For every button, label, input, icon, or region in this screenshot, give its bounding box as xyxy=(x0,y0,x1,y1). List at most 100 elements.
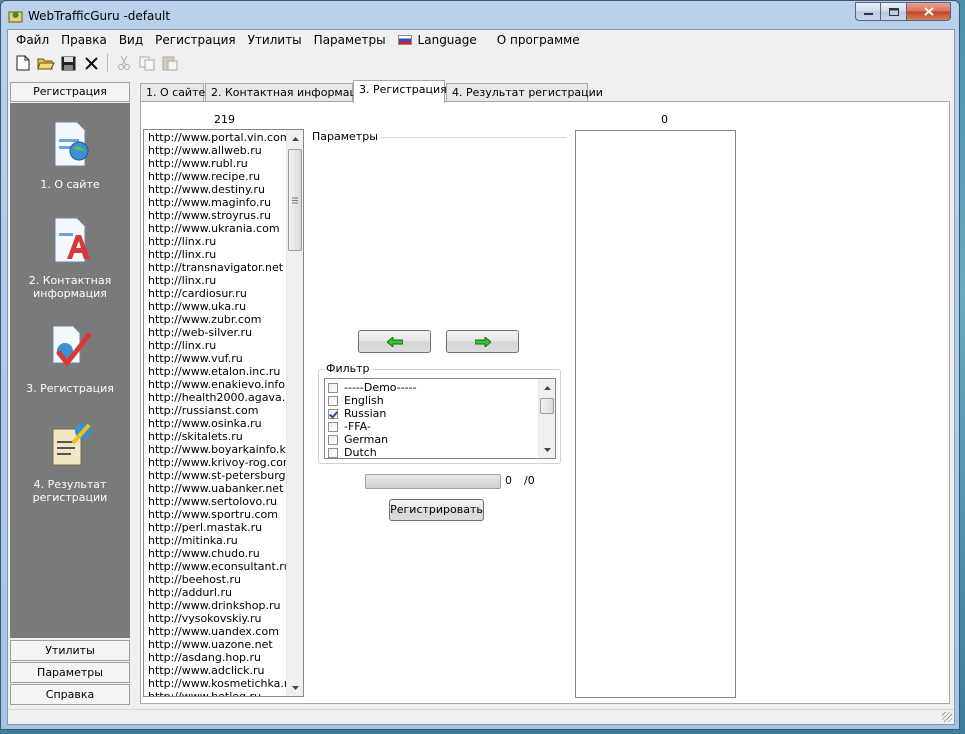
sidebar-item-site-info[interactable]: 1. О сайте xyxy=(10,119,130,191)
filter-item[interactable]: -----Demo----- xyxy=(325,381,538,394)
menu-language[interactable]: Language xyxy=(392,30,483,50)
paste-button[interactable] xyxy=(158,52,181,74)
resize-grip[interactable] xyxy=(942,712,952,722)
list-item[interactable]: http://www.enakievo.info xyxy=(148,378,290,391)
title-bar[interactable]: WebTrafficGuru -default xyxy=(1,1,959,29)
list-item[interactable]: http://linx.ru xyxy=(148,274,290,287)
filter-checkbox[interactable] xyxy=(328,447,338,458)
sidebar-item-registration-result[interactable]: 4. Результат регистрации xyxy=(10,419,130,504)
list-item[interactable]: http://www.adclick.ru xyxy=(148,664,290,677)
list-item[interactable]: http://vysokovskiy.ru xyxy=(148,612,290,625)
list-item[interactable]: http://www.uandex.com xyxy=(148,625,290,638)
list-item[interactable]: http://web-silver.ru xyxy=(148,326,290,339)
list-item[interactable]: http://www.destiny.ru xyxy=(148,183,290,196)
list-item[interactable]: http://www.etalon.inc.ru xyxy=(148,365,290,378)
maximize-button[interactable] xyxy=(881,2,907,21)
list-item[interactable]: http://transnavigator.net xyxy=(148,261,290,274)
tab-registration-result[interactable]: 4. Результат регистрации xyxy=(446,83,603,102)
move-right-button[interactable] xyxy=(446,330,519,353)
list-item[interactable]: http://www.osinka.ru xyxy=(148,417,290,430)
list-item[interactable]: http://www.drinkshop.ru xyxy=(148,599,290,612)
list-item[interactable]: http://skitalets.ru xyxy=(148,430,290,443)
close-button[interactable] xyxy=(907,2,951,21)
filter-scrollbar[interactable] xyxy=(538,379,555,458)
new-button[interactable] xyxy=(11,52,34,74)
tab-registration[interactable]: 3. Регистрация xyxy=(353,80,447,103)
menu-view[interactable]: Вид xyxy=(113,30,149,50)
filter-item[interactable]: English xyxy=(325,394,538,407)
site-url-list-scrollbar[interactable] xyxy=(286,130,303,696)
list-item[interactable]: http://www.st-petersburg.ru xyxy=(148,469,290,482)
filter-checkbox[interactable] xyxy=(328,395,338,406)
list-item[interactable]: http://linx.ru xyxy=(148,248,290,261)
filter-checkbox[interactable] xyxy=(328,382,338,393)
list-item[interactable]: http://www.sertolovo.ru xyxy=(148,495,290,508)
list-item[interactable]: http://www.chudo.ru xyxy=(148,547,290,560)
list-item[interactable]: http://mitinka.ru xyxy=(148,534,290,547)
list-item[interactable]: http://www.uabanker.net xyxy=(148,482,290,495)
sidebar-parameters-button[interactable]: Параметры xyxy=(10,662,130,683)
sidebar-utilities-button[interactable]: Утилиты xyxy=(10,640,130,661)
menu-edit[interactable]: Правка xyxy=(55,30,113,50)
list-item[interactable]: http://www.portal.vin.com.ua xyxy=(148,131,290,144)
filter-scroll-down-button[interactable] xyxy=(539,441,555,458)
open-button[interactable] xyxy=(34,52,57,74)
list-item[interactable]: http://www.allweb.ru xyxy=(148,144,290,157)
list-item[interactable]: http://beehost.ru xyxy=(148,573,290,586)
filter-item[interactable]: Russian xyxy=(325,407,538,420)
sidebar-header[interactable]: Регистрация xyxy=(10,82,130,102)
scroll-thumb[interactable] xyxy=(288,149,302,251)
list-item[interactable]: http://www.zubr.com xyxy=(148,313,290,326)
list-item[interactable]: http://www.recipe.ru xyxy=(148,170,290,183)
menu-utilities[interactable]: Утилиты xyxy=(242,30,308,50)
filter-checkbox[interactable] xyxy=(328,434,338,445)
sidebar-help-button[interactable]: Справка xyxy=(10,684,130,705)
cut-button[interactable] xyxy=(112,52,135,74)
list-item[interactable]: http://www.kosmetichka.ru xyxy=(148,677,290,690)
list-item[interactable]: http://www.ukrania.com xyxy=(148,222,290,235)
filter-scroll-up-button[interactable] xyxy=(539,379,555,396)
menu-parameters[interactable]: Параметры xyxy=(308,30,392,50)
list-item[interactable]: http://www.boyarkainfo.kiev. xyxy=(148,443,290,456)
list-item[interactable]: http://www.stroyrus.ru xyxy=(148,209,290,222)
list-item[interactable]: http://www.econsultant.ru xyxy=(148,560,290,573)
filter-item[interactable]: German xyxy=(325,433,538,446)
list-item[interactable]: http://cardiosur.ru xyxy=(148,287,290,300)
list-item[interactable]: http://addurl.ru xyxy=(148,586,290,599)
filter-item[interactable]: Dutch xyxy=(325,446,538,458)
sidebar-item-contact-info[interactable]: 2. Контактная информация xyxy=(10,215,130,300)
menu-about[interactable]: О программе xyxy=(491,30,586,50)
filter-checkbox[interactable] xyxy=(328,421,338,432)
filter-item[interactable]: -FFA- xyxy=(325,420,538,433)
list-item[interactable]: http://asdang.hop.ru xyxy=(148,651,290,664)
save-button[interactable] xyxy=(57,52,80,74)
filter-scroll-thumb[interactable] xyxy=(540,398,554,414)
site-url-list[interactable]: http://www.portal.vin.com.uahttp://www.a… xyxy=(143,129,304,697)
list-item[interactable]: http://www.vuf.ru xyxy=(148,352,290,365)
filter-checklist[interactable]: -----Demo----- English Russian -FFA- German D… xyxy=(324,378,556,459)
copy-button[interactable] xyxy=(135,52,158,74)
scroll-up-button[interactable] xyxy=(287,130,303,147)
menu-registration[interactable]: Регистрация xyxy=(149,30,241,50)
scroll-down-button[interactable] xyxy=(287,679,303,696)
minimize-button[interactable] xyxy=(855,2,881,21)
list-item[interactable]: http://perl.mastak.ru xyxy=(148,521,290,534)
sidebar-item-registration[interactable]: 3. Регистрация xyxy=(10,323,130,395)
list-item[interactable]: http://www.sportru.com xyxy=(148,508,290,521)
tab-site-info[interactable]: 1. О сайте xyxy=(140,83,205,102)
menu-file[interactable]: Файл xyxy=(10,30,55,50)
tab-contact-info[interactable]: 2. Контактная информация xyxy=(205,83,371,102)
list-item[interactable]: http://linx.ru xyxy=(148,339,290,352)
list-item[interactable]: http://www.krivoy-rog.com xyxy=(148,456,290,469)
filter-checkbox[interactable] xyxy=(328,408,338,419)
list-item[interactable]: http://linx.ru xyxy=(148,235,290,248)
list-item[interactable]: http://www.uazone.net xyxy=(148,638,290,651)
registered-site-list[interactable] xyxy=(575,130,736,698)
delete-button[interactable] xyxy=(80,52,103,74)
list-item[interactable]: http://www.uka.ru xyxy=(148,300,290,313)
move-left-button[interactable] xyxy=(358,330,431,353)
register-button[interactable]: Регистрировать xyxy=(389,499,484,521)
list-item[interactable]: http://www.maginfo.ru xyxy=(148,196,290,209)
list-item[interactable]: http://health2000.agava.ru xyxy=(148,391,290,404)
list-item[interactable]: http://www.rubl.ru xyxy=(148,157,290,170)
